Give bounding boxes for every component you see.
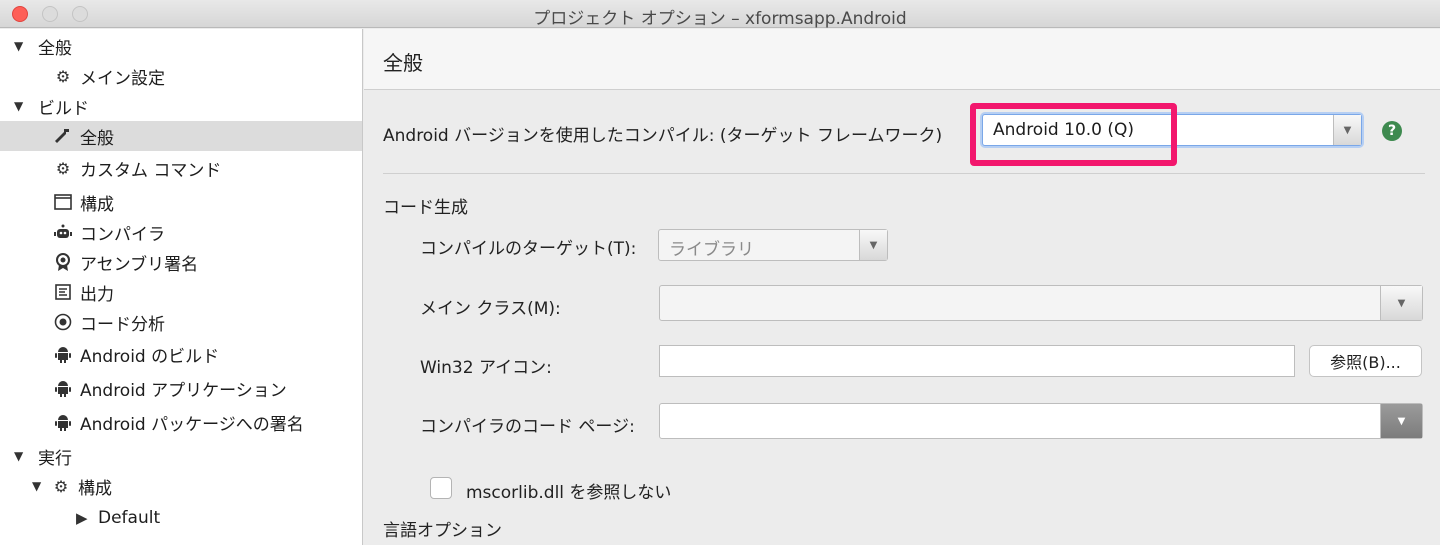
- compile-version-label: Android バージョンを使用したコンパイル: (ターゲット フレームワーク): [383, 126, 943, 146]
- main-class-label: メイン クラス(M):: [420, 299, 561, 319]
- sidebar-item-configurations[interactable]: 構成: [0, 187, 362, 217]
- chevron-down-icon[interactable]: ▼: [1380, 404, 1422, 438]
- robot-icon: [52, 221, 74, 243]
- sidebar-item-label: メイン設定: [80, 68, 165, 89]
- collapsed-arrow-icon[interactable]: ▶: [76, 509, 90, 527]
- sidebar-item-compiler[interactable]: コンパイラ: [0, 217, 362, 247]
- sidebar-item-android-application[interactable]: Android アプリケーション: [0, 373, 362, 403]
- badge-icon: [52, 251, 74, 273]
- page-title: 全般: [383, 51, 423, 75]
- target-icon: [52, 311, 74, 333]
- gear-icon: ⚙: [55, 158, 71, 178]
- hammer-icon: [52, 125, 74, 147]
- sidebar-item-output[interactable]: 出力: [0, 277, 362, 307]
- sidebar-item-label: Android パッケージへの署名: [80, 414, 304, 435]
- compile-target-label: コンパイルのターゲット(T):: [420, 239, 637, 259]
- sidebar-item-default[interactable]: ▶ Default: [0, 503, 362, 533]
- sidebar-item-label: ビルド: [38, 98, 89, 119]
- sidebar-item-custom-commands[interactable]: ⚙ カスタム コマンド: [0, 153, 362, 183]
- sidebar-item-build-general[interactable]: 全般: [0, 121, 362, 151]
- sidebar-item-label: カスタム コマンド: [80, 160, 222, 181]
- sidebar-item-label: アセンブリ署名: [80, 254, 199, 275]
- sidebar-item-code-analysis[interactable]: コード分析: [0, 307, 362, 337]
- sidebar-item-run-configurations[interactable]: ▼ ⚙ 構成: [0, 471, 362, 501]
- code-generation-heading: コード生成: [383, 198, 468, 218]
- sidebar-item-android-package-signing[interactable]: Android パッケージへの署名: [0, 407, 362, 437]
- title-bar: プロジェクト オプション – xformsapp.Android: [0, 0, 1440, 29]
- android-icon: [52, 377, 74, 399]
- sidebar-item-label: Android のビルド: [80, 346, 220, 367]
- gear-icon: ⚙: [55, 66, 71, 86]
- panel-header: 全般: [364, 29, 1440, 90]
- window-title: プロジェクト オプション – xformsapp.Android: [533, 9, 907, 29]
- target-framework-select[interactable]: Android 10.0 (Q) ▼: [982, 114, 1362, 146]
- sidebar-item-label: 構成: [80, 194, 114, 215]
- window-icon: [52, 191, 74, 213]
- sidebar-group-run[interactable]: ▼ 実行: [0, 441, 362, 471]
- sidebar-item-label: 実行: [38, 448, 72, 469]
- sidebar-group-build[interactable]: ▼ ビルド: [0, 91, 362, 121]
- win32-icon-field[interactable]: [659, 345, 1295, 377]
- mscorlib-checkbox[interactable]: [430, 477, 452, 499]
- android-icon: [52, 411, 74, 433]
- sidebar-item-assembly-signing[interactable]: アセンブリ署名: [0, 247, 362, 277]
- sidebar-item-label: コンパイラ: [80, 224, 165, 245]
- expand-arrow-icon[interactable]: ▼: [14, 449, 28, 463]
- chevron-down-icon[interactable]: ▼: [1380, 286, 1422, 320]
- sidebar-item-label: 構成: [78, 478, 112, 499]
- output-icon: [52, 281, 74, 303]
- target-framework-value: Android 10.0 (Q): [993, 120, 1135, 140]
- sidebar-item-label: 全般: [38, 38, 72, 59]
- android-icon: [52, 343, 74, 365]
- chevron-down-icon[interactable]: ▼: [859, 230, 887, 260]
- sidebar-item-label: コード分析: [80, 314, 165, 335]
- sidebar-item-label: 出力: [80, 284, 114, 305]
- compile-target-select[interactable]: ライブラリ ▼: [658, 229, 888, 261]
- sidebar-item-label: Android アプリケーション: [80, 380, 287, 401]
- expand-arrow-icon[interactable]: ▼: [32, 479, 46, 493]
- sidebar-group-general[interactable]: ▼ 全般: [0, 31, 362, 61]
- language-options-heading: 言語オプション: [383, 521, 502, 541]
- sidebar: ▼ 全般 ⚙ メイン設定 ▼ ビルド 全般 ⚙ カスタム コマンド 構成 コンパ…: [0, 29, 363, 545]
- sidebar-item-android-build[interactable]: Android のビルド: [0, 339, 362, 369]
- help-icon[interactable]: ?: [1382, 121, 1402, 141]
- main-class-combo[interactable]: ▼: [659, 285, 1423, 321]
- chevron-down-icon[interactable]: ▼: [1333, 115, 1361, 145]
- sidebar-item-main-settings[interactable]: ⚙ メイン設定: [0, 61, 362, 91]
- codepage-combo[interactable]: ▼: [659, 403, 1423, 439]
- mscorlib-label: mscorlib.dll を参照しない: [466, 483, 672, 503]
- win32-icon-label: Win32 アイコン:: [420, 358, 552, 378]
- expand-arrow-icon[interactable]: ▼: [14, 99, 28, 113]
- sidebar-item-label: 全般: [80, 128, 114, 149]
- gear-icon: ⚙: [53, 476, 69, 496]
- section-divider: [383, 173, 1425, 174]
- expand-arrow-icon[interactable]: ▼: [14, 39, 28, 53]
- compile-target-value: ライブラリ: [669, 240, 754, 260]
- codepage-label: コンパイラのコード ページ:: [420, 417, 635, 437]
- browse-button[interactable]: 参照(B)...: [1309, 345, 1422, 377]
- sidebar-item-label: Default: [98, 508, 161, 528]
